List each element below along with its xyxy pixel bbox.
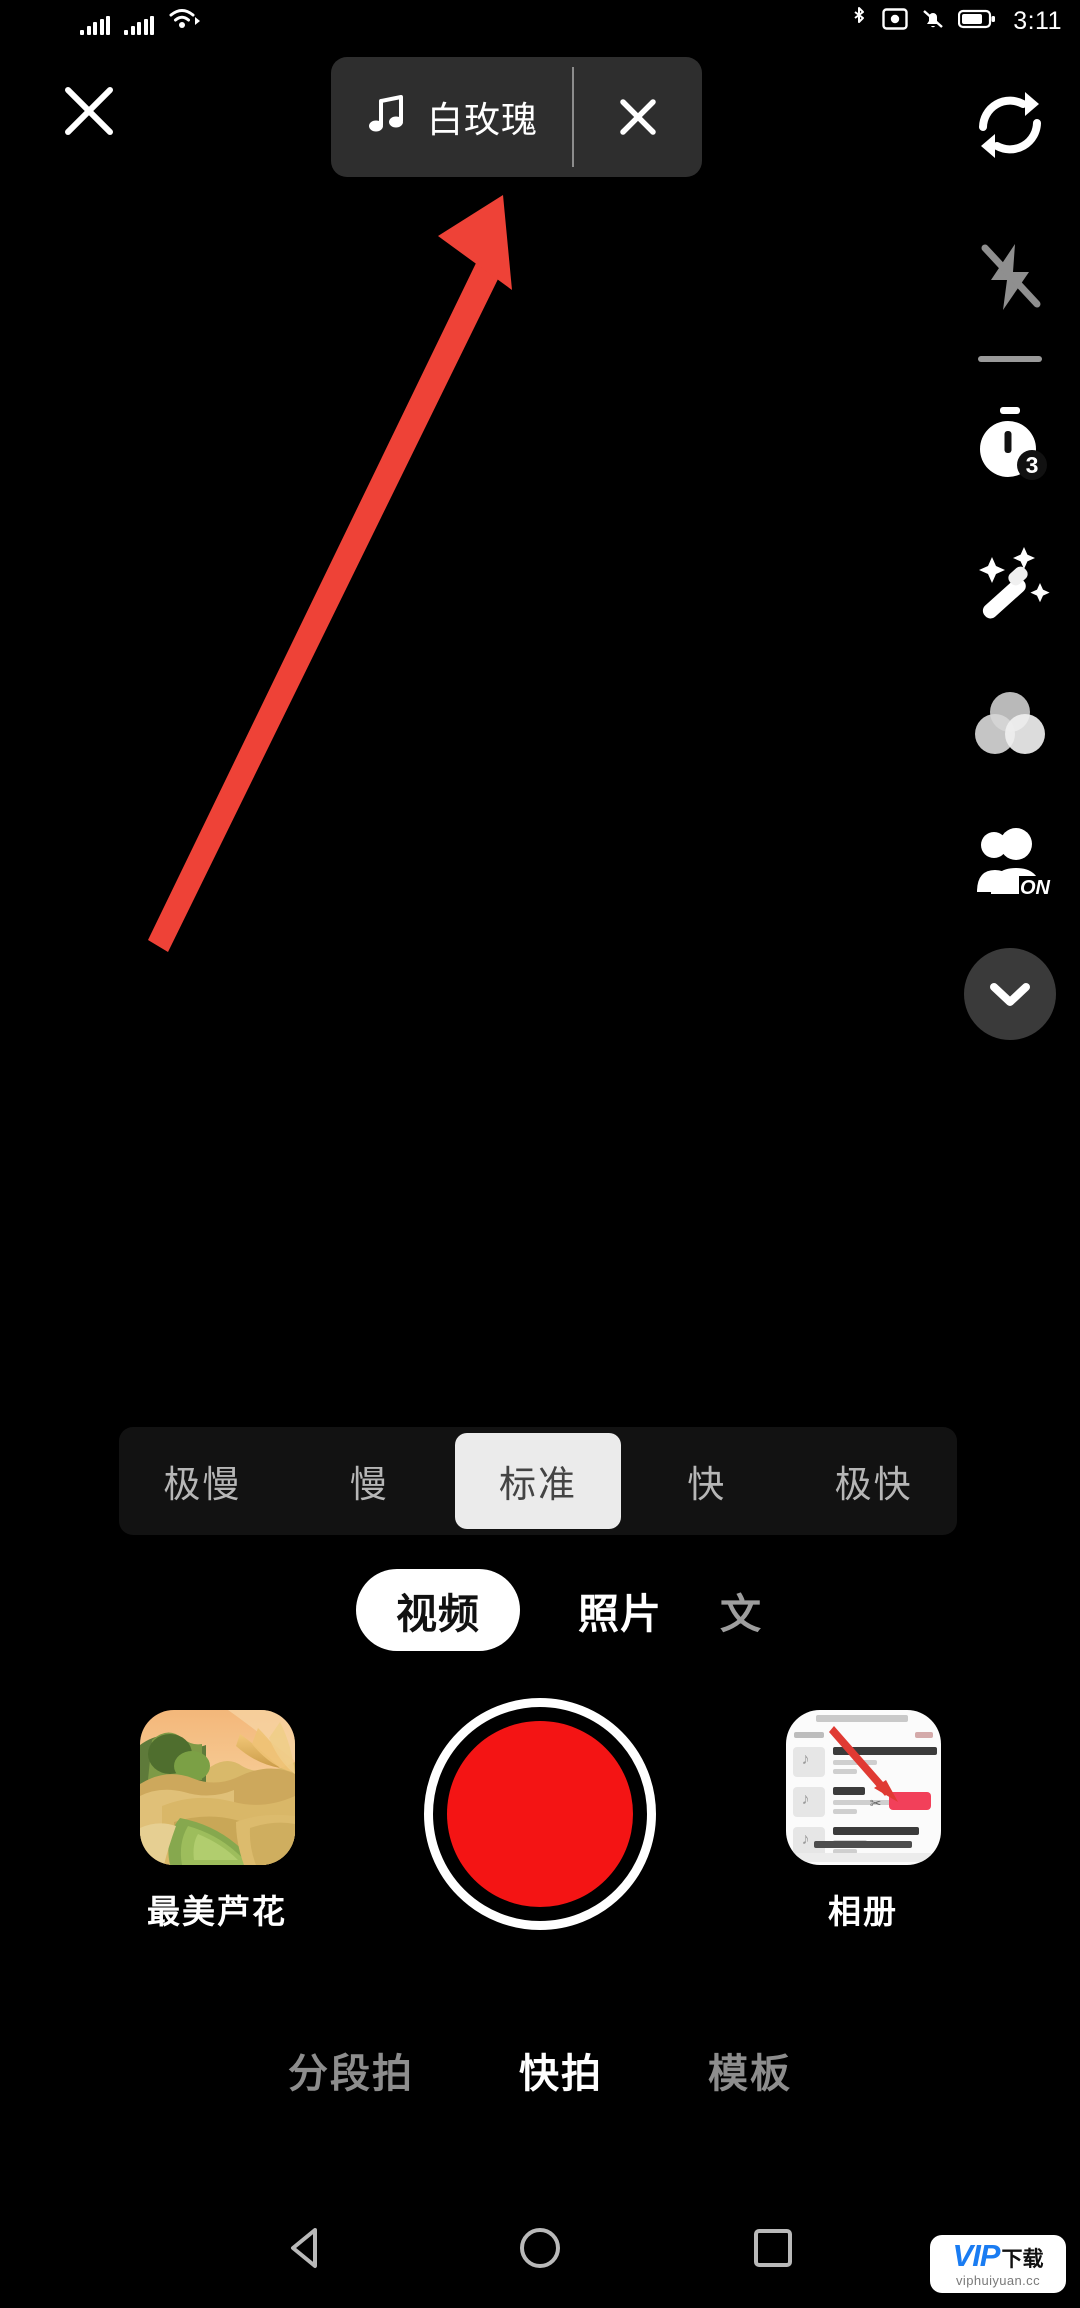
shooting-mode-tabs[interactable]: 分段拍 快拍 模板 <box>0 2030 1080 2110</box>
tab-video[interactable]: 视频 <box>356 1569 520 1651</box>
rail-divider <box>978 356 1042 362</box>
record-core <box>447 1721 633 1907</box>
timer-icon: 3 <box>980 407 1047 480</box>
signal-bars-icon <box>124 15 154 35</box>
speed-option-1[interactable]: 慢 <box>286 1427 453 1535</box>
effect-label: 最美芦花 <box>147 1893 287 1930</box>
close-icon <box>65 87 113 135</box>
flash-toggle-button[interactable] <box>955 222 1065 332</box>
android-nav-bar[interactable] <box>0 2193 1080 2303</box>
effect-thumbnail[interactable] <box>139 1710 295 1865</box>
watermark-brand: VIP <box>952 2238 1001 2273</box>
nav-home-button[interactable] <box>505 2213 575 2283</box>
wifi-icon <box>168 8 202 35</box>
svg-text:ON: ON <box>1020 877 1051 899</box>
close-camera-button[interactable] <box>58 80 120 142</box>
capture-mode-tabs[interactable]: 视频 照片 文 <box>0 1565 1080 1655</box>
status-bar: 3:11 <box>0 0 1080 42</box>
bell-off-icon <box>921 7 945 36</box>
camera-tools-rail: 3 ON <box>940 70 1080 1040</box>
bluetooth-icon <box>849 6 869 37</box>
battery-icon <box>958 8 996 35</box>
music-select-button[interactable]: 白玫瑰 <box>331 57 572 177</box>
flip-camera-icon <box>979 92 1041 158</box>
nav-recents-button[interactable] <box>738 2213 808 2283</box>
watermark-title: VIP 下载 <box>953 2240 1044 2271</box>
album-thumbnail[interactable]: ✂ <box>785 1710 941 1865</box>
watermark-url: viphuiyuan.cc <box>956 2273 1040 2288</box>
music-title: 白玫瑰 <box>427 99 539 140</box>
chevron-down-icon <box>990 983 1030 1006</box>
flip-camera-button[interactable] <box>955 70 1065 180</box>
beauty-wand-icon <box>979 547 1050 619</box>
speed-selector[interactable]: 极慢 慢 标准 快 极快 <box>119 1427 957 1535</box>
watermark-suffix: 下载 <box>1001 2248 1044 2271</box>
watermark: VIP 下载 viphuiyuan.cc <box>930 2235 1066 2293</box>
close-icon <box>620 99 656 135</box>
tab-template[interactable]: 模板 <box>708 2041 792 2099</box>
filters-button[interactable] <box>955 668 1065 778</box>
music-chip[interactable]: 白玫瑰 <box>331 57 703 177</box>
expand-tools-button[interactable] <box>964 948 1056 1040</box>
back-triangle-icon <box>290 2228 317 2268</box>
svg-text:3: 3 <box>1026 452 1039 478</box>
speed-option-0[interactable]: 极慢 <box>119 1427 286 1535</box>
status-bar-left <box>80 8 202 35</box>
filters-icon <box>975 692 1045 754</box>
thumbnail-red-arrow <box>828 1726 898 1802</box>
speed-option-2[interactable]: 标准 <box>454 1433 622 1529</box>
signal-bars-icon <box>80 15 110 35</box>
portrait-on-icon: ON <box>977 828 1051 899</box>
album-preview: ✂ <box>785 1710 941 1865</box>
status-bar-clock: 3:11 <box>1013 6 1062 35</box>
tab-segment-shoot[interactable]: 分段拍 <box>288 2041 414 2099</box>
status-bar-right: 3:11 <box>849 6 1062 37</box>
music-note-icon <box>367 93 407 142</box>
album-label: 相册 <box>828 1893 898 1930</box>
effect-shortcut[interactable]: 最美芦花 <box>137 1710 297 1933</box>
record-button[interactable] <box>424 1698 656 1930</box>
tab-photo[interactable]: 照片 <box>578 1580 662 1640</box>
nav-back-button[interactable] <box>272 2213 342 2283</box>
beauty-button[interactable] <box>955 528 1065 638</box>
home-circle-icon <box>519 2228 560 2268</box>
flash-off-icon <box>981 244 1041 310</box>
speed-option-4[interactable]: 极快 <box>790 1427 957 1535</box>
album-shortcut[interactable]: ✂ <box>783 1710 943 1933</box>
speed-option-3[interactable]: 快 <box>623 1427 790 1535</box>
screenshot-icon <box>882 7 908 36</box>
tab-text[interactable]: 文 <box>720 1580 762 1640</box>
remove-music-button[interactable] <box>574 57 702 177</box>
tab-quick-shoot[interactable]: 快拍 <box>519 2041 603 2099</box>
camera-screen: 3:11 白玫瑰 3 ON 极慢 慢 标准 快 极快 视频 照片 文 最美芦花 … <box>0 0 1080 2303</box>
recents-square-icon <box>754 2229 793 2267</box>
capture-controls: 最美芦花 ♪ ♪ ✂ ♪ 相册 <box>0 1698 1080 1960</box>
timer-button[interactable]: 3 <box>955 388 1065 498</box>
portrait-mode-button[interactable]: ON <box>955 808 1065 918</box>
